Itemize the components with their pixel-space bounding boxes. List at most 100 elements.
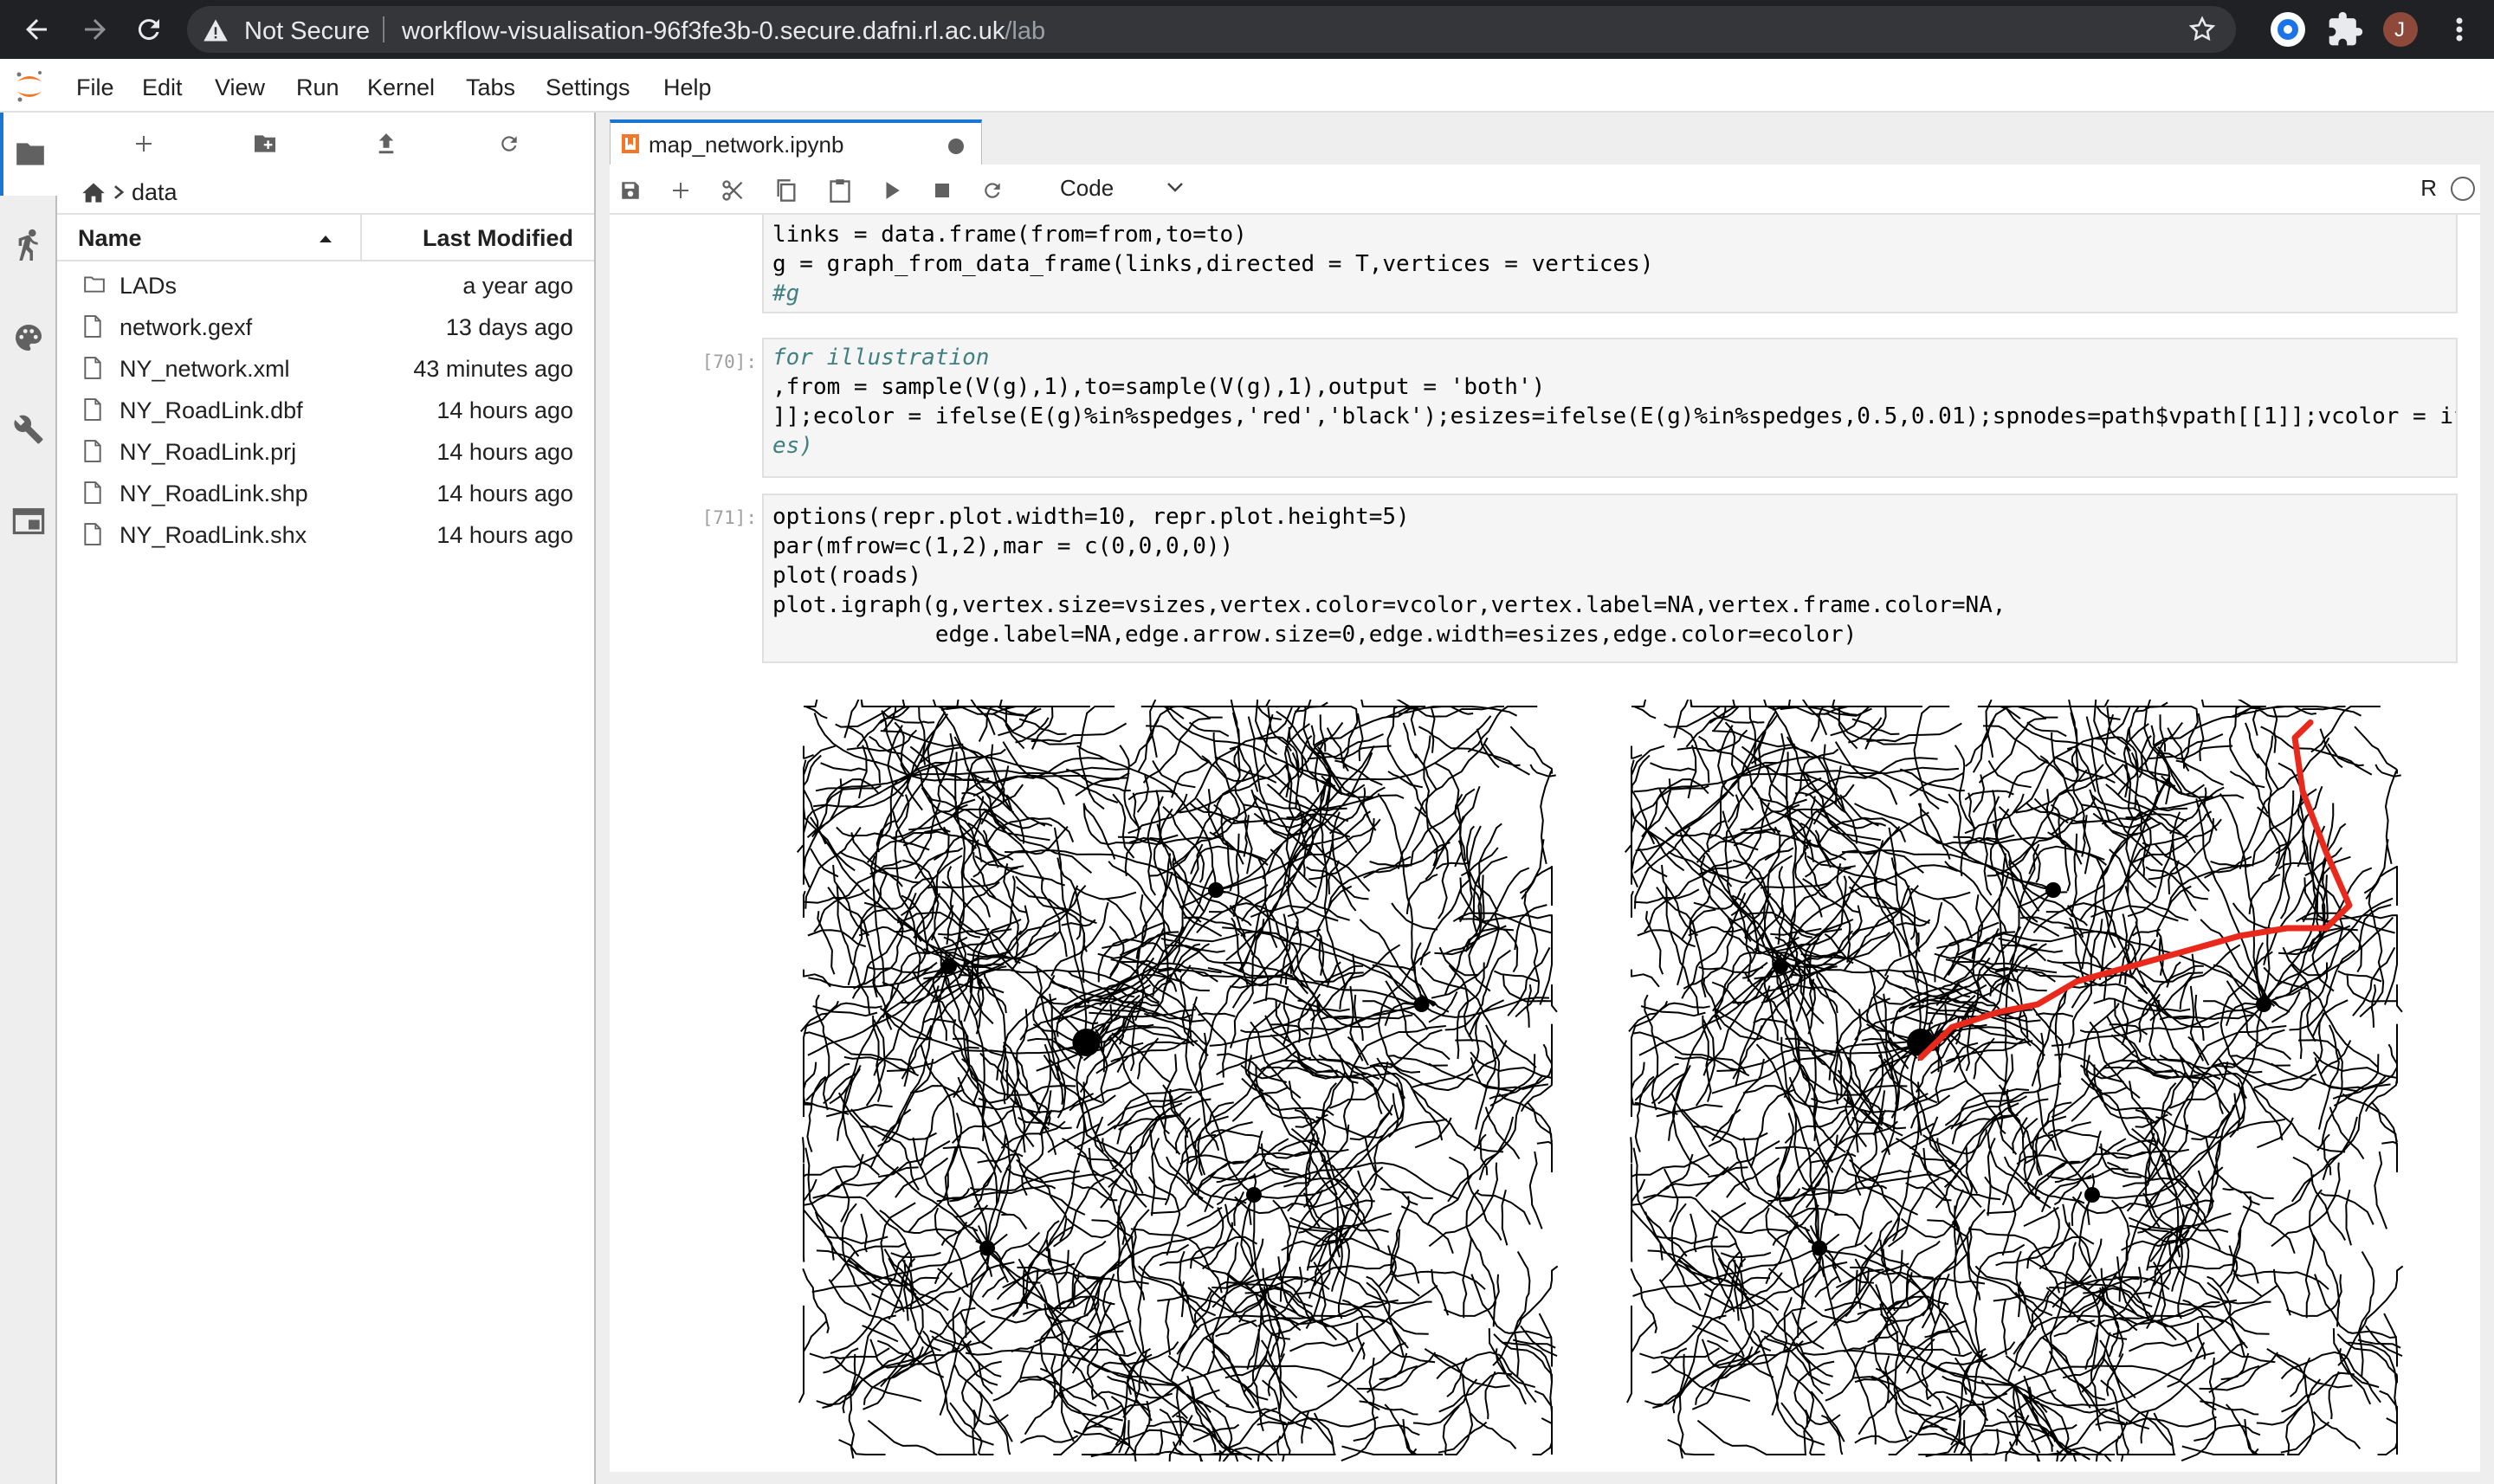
wrench-icon	[14, 415, 43, 444]
code-line: plot.igraph(g,vertex.size=vsizes,vertex.…	[772, 592, 2006, 618]
output-plot-igraph	[1625, 700, 2404, 1461]
new-folder-button[interactable]	[246, 125, 284, 163]
menu-run[interactable]: Run	[296, 74, 339, 101]
interrupt-kernel-button[interactable]	[925, 173, 959, 208]
file-row[interactable]: network.gexf 13 days ago	[57, 306, 594, 348]
town-node	[1413, 997, 1430, 1012]
cell-prompt: [71]:	[701, 507, 757, 528]
forward-arrow-icon[interactable]	[80, 14, 111, 45]
restart-kernel-button[interactable]	[975, 173, 1010, 208]
copy-button[interactable]	[769, 173, 804, 208]
code-line: #g	[772, 281, 800, 306]
menu-help[interactable]: Help	[663, 74, 712, 101]
menu-file[interactable]: File	[76, 74, 114, 101]
town-node	[1246, 1187, 1262, 1203]
extensions-puzzle-icon[interactable]	[2326, 10, 2364, 48]
browser-menu-icon[interactable]	[2440, 10, 2478, 48]
cut-button[interactable]	[715, 173, 750, 208]
url-text[interactable]: workflow-visualisation-96f3fe3b-0.secure…	[402, 17, 1045, 46]
code-editor[interactable]: options(repr.plot.width=10, repr.plot.he…	[762, 494, 2458, 663]
unsaved-dot-icon[interactable]	[948, 139, 964, 154]
bookmark-star-icon[interactable]	[2187, 15, 2217, 44]
file-row[interactable]: NY_RoadLink.shx 14 hours ago	[57, 514, 594, 556]
file-modified: 14 hours ago	[436, 522, 573, 548]
file-row[interactable]: NY_RoadLink.shp 14 hours ago	[57, 473, 594, 514]
file-icon	[84, 398, 101, 421]
address-bar[interactable]: Not Secure workflow-visualisation-96f3fe…	[187, 6, 2236, 53]
graph-path-map	[1625, 700, 2404, 1461]
kernel-status-icon	[2451, 177, 2475, 201]
code-editor[interactable]: links = data.frame(from=from,to=to) g = …	[762, 215, 2458, 313]
breadcrumb: data	[81, 175, 178, 210]
plus-icon	[673, 183, 688, 198]
town-node	[2256, 997, 2271, 1012]
file-name: NY_RoadLink.dbf	[120, 397, 303, 423]
paste-button[interactable]	[823, 173, 857, 208]
column-name-header[interactable]: Name	[78, 225, 142, 252]
home-icon[interactable]	[81, 181, 106, 203]
file-list-header: Name Last Modified	[57, 213, 594, 261]
tab-label: map_network.ipynb	[649, 132, 844, 158]
tab-map-network[interactable]: map_network.ipynb	[610, 119, 982, 165]
menu-kernel[interactable]: Kernel	[367, 74, 435, 101]
activity-commands[interactable]	[0, 296, 57, 379]
menu-settings[interactable]: Settings	[546, 74, 630, 101]
activity-file-browser[interactable]	[0, 113, 57, 196]
cell-type-select[interactable]: Code	[1060, 175, 1114, 202]
insert-cell-button[interactable]	[663, 173, 698, 208]
column-divider[interactable]	[360, 215, 362, 260]
file-name: LADs	[120, 273, 178, 299]
back-arrow-icon[interactable]	[21, 14, 52, 45]
code-line: es)	[772, 433, 813, 459]
new-launcher-button[interactable]	[125, 125, 163, 163]
security-status[interactable]: Not Secure	[244, 17, 370, 46]
browser-toolbar: Not Secure workflow-visualisation-96f3fe…	[0, 0, 2494, 59]
tabs-icon	[12, 507, 45, 535]
column-modified-header[interactable]: Last Modified	[423, 225, 573, 252]
code-line: ]];ecolor = ifelse(E(g)%in%spedges,'red'…	[772, 403, 2458, 429]
url-host: workflow-visualisation-96f3fe3b-0.secure…	[402, 17, 1005, 45]
file-modified: 14 hours ago	[436, 397, 573, 423]
code-line: plot(roads)	[772, 563, 922, 589]
code-line: g = graph_from_data_frame(links,directed…	[772, 251, 1654, 277]
palette-icon	[16, 325, 42, 351]
refresh-button[interactable]	[490, 125, 528, 163]
activity-running[interactable]	[0, 204, 57, 287]
file-row[interactable]: NY_RoadLink.prj 14 hours ago	[57, 431, 594, 473]
chevron-down-icon[interactable]	[1166, 180, 1185, 194]
kernel-name[interactable]: R	[2420, 175, 2437, 202]
profile-avatar[interactable]: J	[2381, 10, 2420, 48]
file-modified: 14 hours ago	[436, 481, 573, 506]
file-row[interactable]: NY_network.xml 43 minutes ago	[57, 348, 594, 390]
plus-icon	[136, 136, 152, 152]
run-cell-button[interactable]	[875, 173, 909, 208]
code-line: links = data.frame(from=from,to=to)	[772, 222, 1247, 248]
code-editor[interactable]: for illustration ,from = sample(V(g),1),…	[762, 338, 2458, 478]
town-node	[979, 1240, 995, 1256]
code-line: for illustration	[772, 345, 990, 371]
reload-icon[interactable]	[133, 14, 165, 45]
notebook-tab-bar: map_network.ipynb	[596, 113, 2494, 165]
town-node	[941, 958, 957, 974]
notebook-panel: links = data.frame(from=from,to=to) g = …	[610, 215, 2480, 1472]
upload-button[interactable]	[367, 125, 405, 163]
town-node	[2084, 1187, 2100, 1203]
file-name: NY_RoadLink.shp	[120, 481, 308, 506]
activity-tabs[interactable]	[0, 480, 57, 563]
menu-edit[interactable]: Edit	[142, 74, 183, 101]
address-divider	[383, 16, 384, 42]
stop-icon	[935, 184, 949, 197]
extension-circle-icon[interactable]	[2269, 10, 2307, 48]
file-row[interactable]: NY_RoadLink.dbf 14 hours ago	[57, 390, 594, 431]
activity-property-inspector[interactable]	[0, 388, 57, 471]
jupyter-logo-icon	[14, 69, 45, 104]
save-button[interactable]	[613, 173, 648, 208]
notebook-icon	[622, 134, 639, 153]
file-name: NY_RoadLink.prj	[120, 439, 297, 465]
menu-view[interactable]: View	[215, 74, 265, 101]
menu-tabs[interactable]: Tabs	[466, 74, 515, 101]
sort-caret-up-icon	[320, 236, 332, 242]
file-row[interactable]: LADs a year ago	[57, 265, 594, 306]
breadcrumb-folder[interactable]: data	[132, 179, 178, 206]
warning-icon	[203, 18, 229, 42]
